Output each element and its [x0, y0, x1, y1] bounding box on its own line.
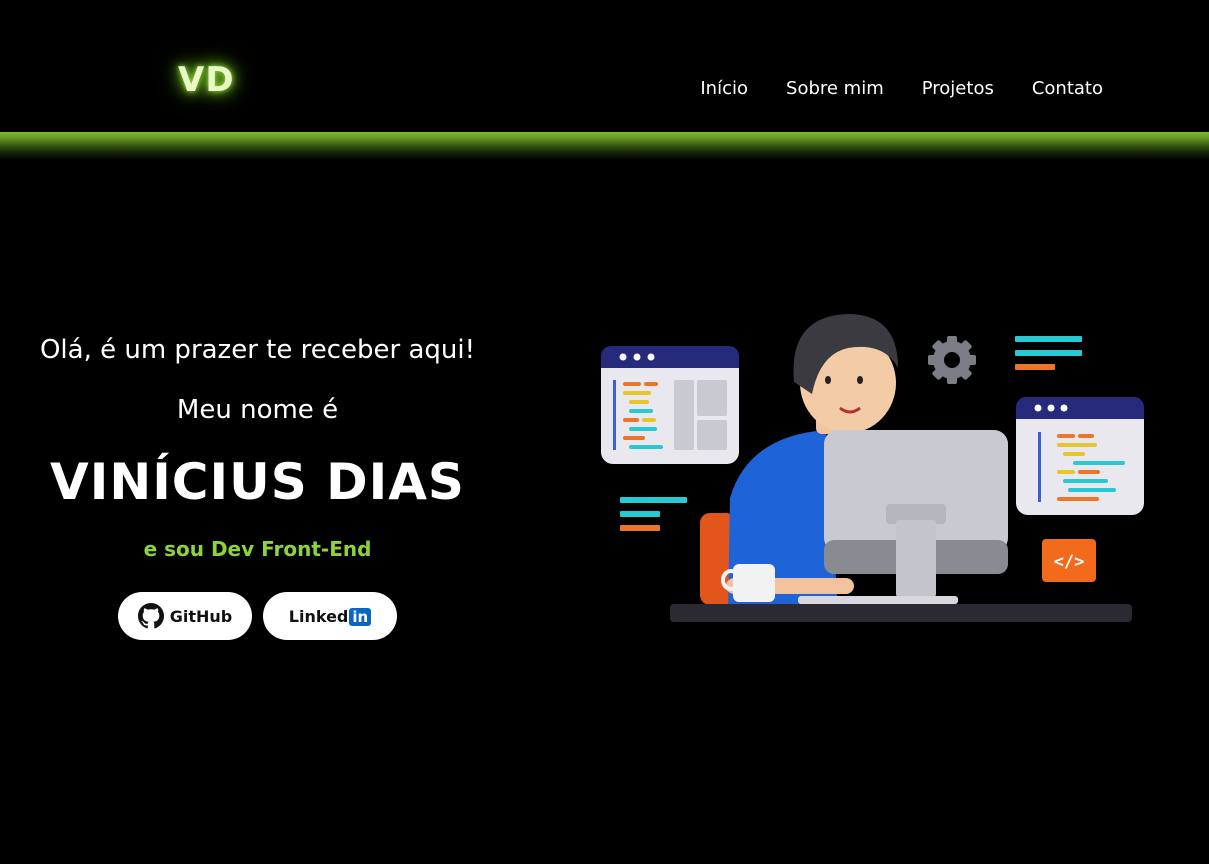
code-tag-icon: </> [1042, 539, 1096, 582]
hero-name: VINÍCIUS DIAS [50, 453, 465, 511]
developer-illustration: </> [598, 308, 1150, 630]
hero-greeting: Olá, é um prazer te receber aqui! [39, 335, 476, 365]
nav-link-sobre-mim[interactable]: Sobre mim [786, 78, 884, 99]
site-header: VD Início Sobre mim Projetos Contato [0, 0, 1209, 132]
hero-role: e sou Dev Front-End [143, 537, 372, 561]
hero-name-intro: Meu nome é [176, 395, 339, 425]
header-glow-divider [0, 132, 1209, 160]
nav-link-inicio[interactable]: Início [700, 78, 748, 99]
hero-intro: Olá, é um prazer te receber aqui! Meu no… [30, 330, 485, 640]
nav-link-projetos[interactable]: Projetos [922, 78, 994, 99]
code-window-icon [601, 346, 739, 464]
social-links: GitHub Linked in [30, 592, 485, 640]
site-logo[interactable]: VD [178, 60, 235, 100]
github-label: GitHub [169, 606, 233, 626]
github-button[interactable]: GitHub [118, 592, 252, 640]
nav-link-contato[interactable]: Contato [1032, 78, 1103, 99]
main-nav: Início Sobre mim Projetos Contato [700, 78, 1103, 99]
linkedin-label: Linked in [289, 607, 372, 626]
linkedin-button[interactable]: Linked in [263, 592, 397, 640]
gear-icon [928, 336, 976, 384]
code-window-icon-right [1016, 397, 1144, 515]
github-icon [137, 603, 164, 629]
code-tag-label: </> [1054, 552, 1085, 572]
linkedin-in-badge: in [349, 607, 372, 626]
